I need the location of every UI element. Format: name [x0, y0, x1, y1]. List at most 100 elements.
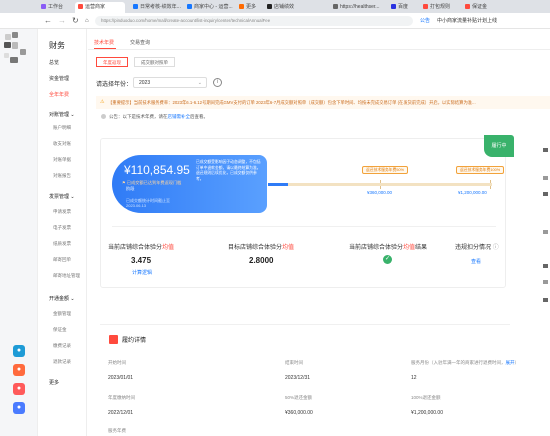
left-app-rail: ● ● ● ●: [0, 29, 38, 436]
sidebar-item[interactable]: 纸质发票: [53, 241, 71, 247]
browser-tab-4[interactable]: 更多: [236, 2, 262, 13]
field-label-annual-fee: 服务年费: [108, 428, 126, 433]
field-label-end: 结束时间: [285, 360, 303, 365]
browser-tab-9[interactable]: 保证金: [462, 2, 502, 13]
tab-transaction-query[interactable]: 交易查询: [130, 39, 150, 46]
pixel-block: [543, 192, 548, 196]
app-icon-marketing[interactable]: ●: [13, 383, 25, 395]
year-label: 请选择年份：: [96, 82, 133, 88]
sidebar-group-reconciliation[interactable]: 对账管理 ⌄: [49, 111, 75, 118]
sidebar-group-invoice[interactable]: 发票管理 ⌄: [49, 193, 75, 200]
finance-sidebar: 财务 总览 资金管理 全年年费 对账管理 ⌄ 账户明细 收支对账 对账单据 对账…: [39, 29, 87, 436]
active-tab-indicator: [94, 48, 116, 49]
browser-tab-3[interactable]: 商家中心 - 运营...: [184, 2, 234, 13]
sidebar-item[interactable]: 邮寄回单: [53, 257, 71, 263]
notice-headline[interactable]: 中小商家流量补贴计划上线: [437, 17, 497, 24]
sidebar-item[interactable]: 申请发票: [53, 209, 71, 215]
sidebar-item[interactable]: 缴费记录: [53, 343, 71, 349]
metric-label: 当前店铺综合体验分均值结果: [349, 245, 428, 251]
contract-icon: [109, 335, 118, 344]
sidebar-item[interactable]: 邮寄地址管理: [53, 273, 80, 279]
summary-stage: 阶段: [126, 186, 135, 191]
tier-badge: 返还技术服务年费100%: [456, 166, 505, 174]
pixel-block: [543, 280, 548, 284]
browser-tab-6[interactable]: https://healthser...: [330, 2, 386, 13]
field-value-100: ¥1,200,000.00: [411, 410, 443, 416]
sidebar-title: 财务: [49, 41, 65, 50]
info-notice: 公告：以下是技术年费，请在店铺需补全后查看。: [101, 114, 208, 120]
pixel-block: [5, 34, 11, 40]
sidebar-item[interactable]: 金额管理: [53, 311, 71, 317]
tab-technical-fee[interactable]: 技术年费: [94, 39, 114, 46]
pixel-block: [543, 230, 548, 234]
field-label-months: 服务月份（入驻年满一年的商家进行退费时间，展开）: [411, 360, 519, 365]
reload-icon[interactable]: ↻: [72, 16, 79, 26]
info-icon[interactable]: i: [213, 78, 222, 87]
sidebar-item-funds[interactable]: 资金管理: [49, 75, 69, 82]
forward-arrow-icon[interactable]: →: [58, 16, 66, 26]
back-arrow-icon[interactable]: ←: [44, 16, 52, 26]
view-violations-link[interactable]: 查看: [471, 258, 481, 265]
chevron-down-icon: ⌄: [70, 194, 75, 200]
pixel-block: [543, 298, 548, 302]
gmv-amount: ¥110,854.95: [124, 163, 190, 177]
address-bar[interactable]: https://pinduoduo.com/home/mall/create-a…: [95, 16, 413, 26]
sidebar-item[interactable]: 账户明细: [53, 125, 71, 131]
browser-tab-7[interactable]: 百度: [388, 2, 418, 13]
chevron-down-icon: ⌄: [70, 296, 75, 302]
browser-tab-2[interactable]: 日常考核-绩效年...: [130, 2, 182, 13]
page-tabs: 技术年费 交易查询: [88, 36, 550, 50]
app-icon-shop[interactable]: ●: [13, 364, 25, 376]
pixel-block: [20, 49, 26, 55]
app-icon-tools[interactable]: ●: [13, 402, 25, 414]
tab-favicon-icon: [133, 4, 138, 9]
sidebar-item[interactable]: 电子发票: [53, 225, 71, 231]
pixel-block: [12, 32, 18, 38]
field-value-start: 2023/01/01: [108, 375, 134, 381]
app-icon-support[interactable]: ●: [13, 345, 25, 357]
divider: [100, 324, 510, 325]
year-select[interactable]: 2023 ⌄: [133, 77, 207, 88]
tab-favicon-icon: [239, 4, 244, 9]
browser-tab-1[interactable]: 运营商家: [75, 2, 125, 13]
sidebar-group-amount[interactable]: 开通金额 ⌄: [49, 295, 75, 302]
sidebar-item[interactable]: 对账单据: [53, 157, 71, 163]
expand-link[interactable]: 展开: [506, 360, 515, 365]
tab-favicon-icon: [41, 4, 46, 9]
metric-label: 违规扣分情况 ⓘ: [455, 245, 499, 251]
pixel-block: [10, 57, 18, 63]
notice-link[interactable]: 店铺需补全: [168, 114, 191, 119]
tab-favicon-icon: [187, 4, 192, 9]
sidebar-item[interactable]: 对账报告: [53, 173, 71, 179]
sidebar-item-overview[interactable]: 总览: [49, 59, 59, 66]
browser-tab-8[interactable]: 打包规则: [420, 2, 460, 13]
pixel-block: [4, 42, 11, 48]
field-value-end: 2023/12/31: [285, 375, 311, 381]
summary-date: 已成交额统计时间截止至 2023.06.13: [126, 198, 170, 208]
sidebar-item[interactable]: 收支对账: [53, 141, 71, 147]
pixel-block: [543, 148, 548, 152]
metric-label: 当前店铺综合体验分均值: [108, 245, 175, 251]
subtab-annual-refund[interactable]: 年度返现: [96, 57, 128, 67]
chevron-down-icon: ⌄: [70, 112, 75, 118]
tab-favicon-icon: [391, 4, 396, 9]
field-label-start: 开始时间: [108, 360, 126, 365]
browser-tab-5[interactable]: 店铺绩效: [264, 2, 322, 13]
field-value-paid: 2022/12/01: [108, 410, 134, 416]
question-icon[interactable]: ⓘ: [493, 245, 499, 251]
sidebar-item[interactable]: 退款记录: [53, 359, 71, 365]
home-icon[interactable]: ⌂: [85, 16, 89, 26]
subtab-gmv-statement[interactable]: 成交额对照单: [134, 57, 175, 67]
gmv-progress-fill: [268, 183, 289, 186]
browser-tab-0[interactable]: 工作台: [38, 2, 72, 13]
calc-logic-link[interactable]: 计算逻辑: [132, 269, 152, 276]
sidebar-item-annual-fee[interactable]: 全年年费: [49, 91, 69, 98]
sidebar-item[interactable]: 保证金: [53, 327, 67, 333]
sidebar-item-more[interactable]: 更多: [49, 379, 59, 386]
metric-value: 2.8000: [249, 256, 274, 265]
field-label-paid: 年度缴纳时间: [108, 395, 135, 400]
tab-favicon-icon: [267, 4, 272, 9]
gmv-progress-bar: [268, 183, 492, 186]
field-label-100: 100%退还金额: [411, 395, 441, 400]
field-label-50: 50%退还金额: [285, 395, 313, 400]
